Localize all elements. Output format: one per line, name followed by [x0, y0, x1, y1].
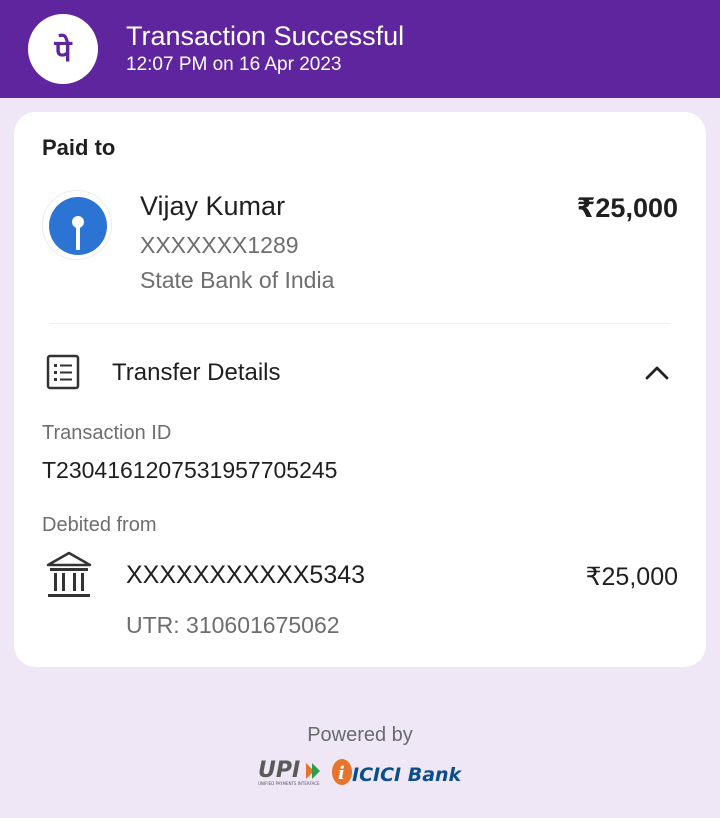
transfer-details-label[interactable]: Transfer Details	[112, 359, 281, 387]
debited-account-number: XXXXXXXXXXX5343	[126, 561, 366, 589]
bank-building-icon	[46, 550, 92, 607]
transaction-card: Paid to Vijay Kumar XXXXXXX1289 State Ba…	[14, 112, 706, 667]
svg-text:UNIFIED PAYMENTS INTERFACE: UNIFIED PAYMENTS INTERFACE	[258, 781, 320, 786]
payee-bank-name: State Bank of India	[140, 267, 335, 293]
svg-text:UPI: UPI	[258, 758, 300, 783]
transaction-id-label: Transaction ID	[42, 422, 172, 444]
header-bar: पे Transaction Successful 12:07 PM on 16…	[0, 0, 720, 98]
chevron-up-icon[interactable]	[642, 358, 672, 393]
utr-number: UTR: 310601675062	[126, 612, 340, 638]
transaction-datetime: 12:07 PM on 16 Apr 2023	[126, 54, 342, 75]
transaction-status-title: Transaction Successful	[126, 21, 405, 51]
payee-account-number: XXXXXXX1289	[140, 232, 299, 258]
paid-to-heading: Paid to	[42, 135, 116, 160]
upi-logo-icon: UPI UNIFIED PAYMENTS INTERFACE	[258, 758, 320, 786]
receipt-list-icon	[46, 354, 80, 395]
svg-text:ICICI Bank: ICICI Bank	[352, 764, 463, 786]
debited-amount: ₹25,000	[585, 563, 678, 591]
paid-amount: ₹25,000	[576, 193, 678, 223]
icici-logo-icon: i ICICI Bank	[332, 759, 463, 786]
section-divider	[50, 323, 670, 324]
sbi-logo-icon	[42, 190, 112, 260]
svg-text:i: i	[338, 763, 345, 784]
debited-from-label: Debited from	[42, 514, 157, 536]
phonepe-logo-glyph: पे	[53, 33, 72, 69]
powered-by-label: Powered by	[307, 724, 413, 746]
transaction-id-value: T2304161207531957705245	[42, 457, 338, 483]
phonepe-logo-icon: पे	[28, 14, 98, 84]
partner-logos: UPI UNIFIED PAYMENTS INTERFACE i ICICI B…	[256, 755, 466, 796]
payee-name: Vijay Kumar	[140, 191, 286, 221]
